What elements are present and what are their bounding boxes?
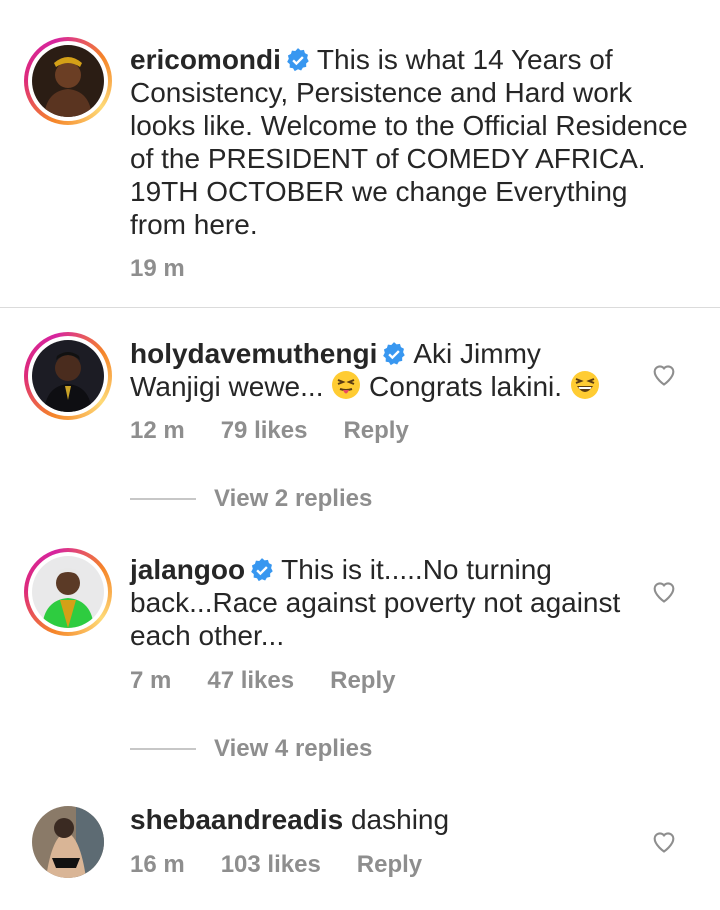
comment-text: dashing (350, 804, 450, 835)
replies-divider-line (130, 498, 196, 500)
view-replies-button[interactable]: View 4 replies (130, 735, 372, 763)
grinning-squinting-emoji-icon (570, 370, 600, 400)
comment-holydavemuthengi: holydavemuthengi Aki Jimmy Wanjigi wewe..… (130, 337, 630, 403)
comment-meta: 16 m 103 likes Reply (130, 851, 458, 879)
replies-divider-line (130, 748, 196, 750)
comment-time: 16 m (130, 851, 185, 878)
verified-badge-icon (249, 557, 275, 583)
squinting-tongue-emoji-icon (331, 370, 361, 400)
caption-time: 19 m (130, 255, 185, 282)
likes-count[interactable]: 47 likes (207, 667, 294, 694)
view-replies-button[interactable]: View 2 replies (130, 485, 372, 513)
caption-divider (0, 307, 720, 308)
avatar-ring-jalangoo[interactable] (24, 548, 112, 636)
view-replies-label: View 2 replies (214, 485, 373, 512)
reply-button[interactable]: Reply (357, 851, 422, 878)
reply-button[interactable]: Reply (343, 417, 408, 444)
username-holydavemuthengi[interactable]: holydavemuthengi (130, 338, 377, 369)
like-heart-icon[interactable] (650, 577, 678, 605)
likes-count[interactable]: 103 likes (221, 851, 321, 878)
comment-time: 12 m (130, 417, 185, 444)
avatar-ericomondi (32, 45, 104, 117)
avatar-ring-holydavemuthengi[interactable] (24, 332, 112, 420)
comment-text-part2: Congrats lakini. (369, 371, 563, 402)
comment-meta: 7 m 47 likes Reply (130, 667, 431, 695)
avatar-jalangoo (32, 556, 104, 628)
caption-comment: ericomondi This is what 14 Years of Consi… (130, 43, 690, 241)
verified-badge-icon (285, 47, 311, 73)
avatar-holydavemuthengi (32, 340, 104, 412)
verified-badge-icon (381, 341, 407, 367)
comment-time: 7 m (130, 667, 172, 694)
comment-jalangoo: jalangoo This is it.....No turning back..… (130, 553, 630, 652)
view-replies-label: View 4 replies (214, 735, 373, 762)
username-shebaandreadis[interactable]: shebaandreadis (130, 804, 343, 835)
like-heart-icon[interactable] (650, 827, 678, 855)
like-heart-icon[interactable] (650, 360, 678, 388)
reply-button[interactable]: Reply (330, 667, 395, 694)
username-ericomondi[interactable]: ericomondi (130, 44, 281, 75)
likes-count[interactable]: 79 likes (221, 417, 308, 444)
comment-shebaandreadis: shebaandreadis dashing (130, 803, 630, 836)
avatar-shebaandreadis[interactable] (32, 806, 104, 878)
username-jalangoo[interactable]: jalangoo (130, 554, 245, 585)
avatar-ring-ericomondi[interactable] (24, 37, 112, 125)
comment-meta: 12 m 79 likes Reply (130, 417, 445, 445)
caption-meta: 19 m (130, 255, 221, 283)
